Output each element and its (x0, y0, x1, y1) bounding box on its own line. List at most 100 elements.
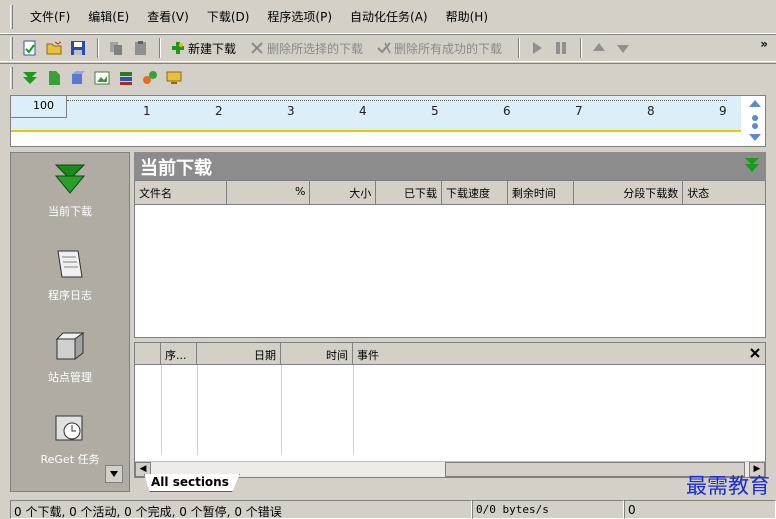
toolbar-grip (10, 37, 13, 59)
menu-file[interactable]: 文件(F) (21, 8, 79, 25)
status-count: 0 (624, 500, 776, 519)
sidebar-item-label: 当前下载 (48, 205, 92, 218)
watermark: 最需教育 (686, 474, 770, 498)
floppy-disk-icon (71, 41, 85, 55)
notepad-icon (57, 250, 83, 278)
sidebar-item-current-downloads[interactable]: 当前下载 (11, 163, 129, 219)
column-speed[interactable]: 下载速度 (442, 181, 508, 204)
status-speed: 0/0 bytes/s (472, 500, 624, 519)
column-segments[interactable]: 分段下载数 (574, 181, 684, 204)
paste-button[interactable] (129, 37, 151, 59)
move-down-button[interactable] (612, 37, 634, 59)
sidebar-item-site-manager[interactable]: 站点管理 (11, 329, 129, 385)
column-status[interactable]: 状态 (683, 181, 765, 204)
column-seq[interactable]: 序... (161, 343, 197, 364)
ruler-label: 7 (575, 104, 583, 118)
downloads-table[interactable]: 文件名 % 大小 已下载 下载速度 剩余时间 分段下载数 状态 (134, 180, 766, 338)
ruler-label: 4 (359, 104, 367, 118)
delete-check-icon (377, 42, 391, 54)
log-grid-line (197, 365, 198, 455)
log-table[interactable]: 序... 日期 时间 事件 ◀ ▶ (134, 342, 766, 478)
ruler-label: 6 (503, 104, 511, 118)
status-summary: 0 个下载, 0 个活动, 0 个完成, 0 个暂停, 0 个错误 (10, 500, 472, 519)
column-time-left[interactable]: 剩余时间 (508, 181, 574, 204)
close-icon[interactable] (749, 347, 761, 359)
column-blank[interactable] (135, 343, 161, 364)
chevron-down-icon (110, 471, 118, 477)
arrow-down-icon (617, 45, 630, 53)
ruler-label: 8 (647, 104, 655, 118)
monitor-tool[interactable] (163, 67, 185, 89)
menu-download[interactable]: 下载(D) (198, 8, 259, 25)
sidebar-item-log[interactable]: 程序日志 (11, 247, 129, 303)
toolbar-separator (518, 38, 521, 58)
section-tabs: All sections (134, 474, 766, 494)
play-icon (533, 42, 543, 54)
speed-ruler[interactable]: 100 1 2 3 4 5 6 7 8 9 (10, 95, 766, 147)
copy-icon (110, 42, 122, 55)
page-icon (49, 70, 60, 85)
sidebar-item-label: 程序日志 (48, 289, 92, 302)
site-manager-tool[interactable] (67, 67, 89, 89)
archive-tool[interactable] (115, 67, 137, 89)
tab-all-sections[interactable]: All sections (144, 474, 240, 492)
sidebar-scroll-button[interactable] (105, 465, 123, 483)
save-button[interactable] (67, 37, 89, 59)
plugin-tool[interactable] (139, 67, 161, 89)
pause-icon (556, 42, 567, 54)
sidebar-item-reget-tasks[interactable]: ReGet 任务 (11, 411, 129, 467)
open-button[interactable] (43, 37, 65, 59)
cube-icon (72, 70, 85, 84)
menu-help[interactable]: 帮助(H) (437, 8, 497, 25)
delete-x-icon (251, 42, 263, 54)
menu-grip (10, 4, 13, 29)
panel-title-bar: 当前下载 (134, 152, 766, 180)
column-size[interactable]: 大小 (310, 181, 377, 204)
status-bar: 0 个下载, 0 个活动, 0 个完成, 0 个暂停, 0 个错误 0/0 by… (10, 500, 776, 519)
delete-selected-label: 删除所选择的下载 (267, 41, 364, 56)
panel-title: 当前下载 (140, 158, 212, 179)
toolbar-separator (580, 38, 583, 58)
pause-button[interactable] (550, 37, 572, 59)
copy-button[interactable] (105, 37, 127, 59)
toolbar-grip (10, 66, 13, 89)
delete-completed-button[interactable]: 删除所有成功的下载 (373, 37, 506, 59)
paste-icon (135, 41, 146, 55)
current-downloads-tool[interactable] (19, 67, 41, 89)
toolbar-overflow-button[interactable]: » (760, 37, 768, 51)
main-toolbar: 新建下载 删除所选择的下载 删除所有成功的下载 » (0, 34, 776, 62)
downloads-table-header: 文件名 % 大小 已下载 下载速度 剩余时间 分段下载数 状态 (135, 181, 765, 205)
column-downloaded[interactable]: 已下载 (376, 181, 443, 204)
log-grid-line (161, 365, 162, 455)
ruler-scale-box: 100 (11, 96, 67, 118)
column-date[interactable]: 日期 (197, 343, 281, 364)
toolbar-separator (97, 38, 99, 58)
column-percent[interactable]: % (227, 181, 311, 204)
picture-icon (94, 71, 110, 84)
ruler-arrows-icon (749, 100, 761, 141)
column-event[interactable]: 事件 (353, 343, 733, 364)
column-time[interactable]: 时间 (281, 343, 353, 364)
start-button[interactable] (526, 37, 548, 59)
menu-bar: 文件(F) 编辑(E) 查看(V) 下载(D) 程序选项(P) 自动化任务(A)… (0, 0, 776, 34)
move-up-button[interactable] (588, 37, 610, 59)
down-arrow-icon (54, 164, 86, 194)
delete-selected-button[interactable]: 删除所选择的下载 (246, 37, 367, 59)
menu-edit[interactable]: 编辑(E) (79, 8, 138, 25)
properties-button[interactable] (19, 37, 41, 59)
new-download-label: 新建下载 (188, 41, 237, 56)
ruler-scroll-control[interactable] (747, 98, 763, 144)
menu-options[interactable]: 程序选项(P) (258, 8, 341, 25)
green-down-arrow-icon (23, 71, 37, 84)
new-download-button[interactable]: 新建下载 (167, 37, 240, 59)
scheduler-icon (55, 415, 83, 441)
ruler-label: 5 (431, 104, 439, 118)
image-tool[interactable] (91, 67, 113, 89)
menu-automation[interactable]: 自动化任务(A) (341, 8, 437, 25)
log-tool[interactable] (43, 67, 65, 89)
sidebar-item-label: ReGet 任务 (40, 453, 100, 466)
menu-view[interactable]: 查看(V) (138, 8, 198, 25)
monitor-icon (166, 71, 182, 84)
sidebar-item-label: 站点管理 (48, 371, 92, 384)
column-filename[interactable]: 文件名 (135, 181, 227, 204)
